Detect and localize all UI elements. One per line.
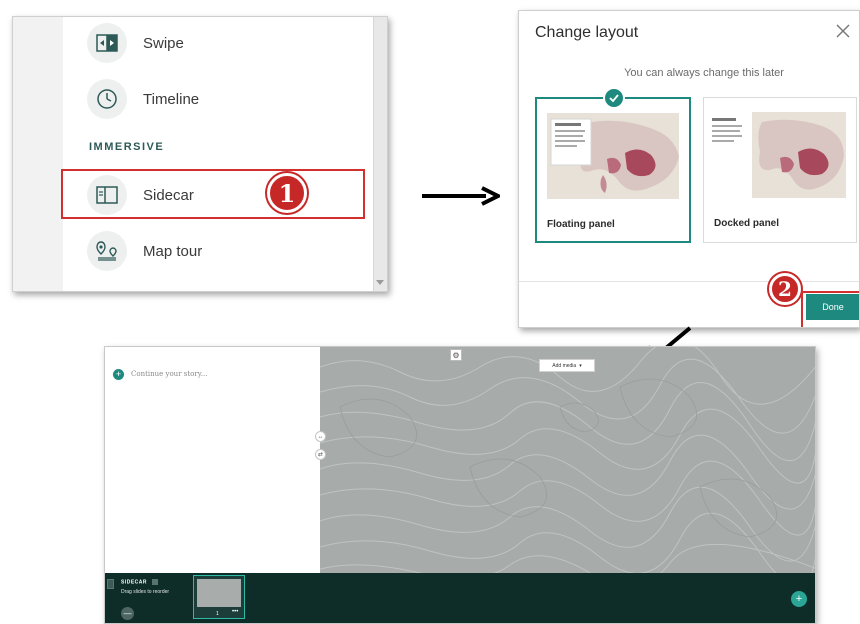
clock-icon (87, 79, 127, 119)
media-panel: ⚙ Add media ▾ (320, 347, 815, 573)
menu-gutter (13, 17, 63, 291)
gear-icon[interactable]: ⚙ (450, 349, 462, 361)
dialog-subtitle: You can always change this later (624, 67, 784, 79)
step-one-badge: 1 (267, 173, 307, 213)
done-button[interactable]: Done (806, 294, 859, 320)
topographic-background (320, 347, 815, 573)
selected-check-icon (603, 87, 625, 109)
menu-item-label: Map tour (143, 242, 203, 260)
narrative-panel: + Continue your story... (105, 347, 320, 573)
menu-item-label: Sidecar (143, 186, 194, 204)
layout-option-floating-panel[interactable]: Floating panel (535, 97, 691, 243)
menu-scrollbar[interactable] (373, 17, 387, 291)
slide-thumbnail[interactable]: 1 ••• (193, 575, 245, 619)
grip-icon[interactable] (107, 579, 114, 589)
chevron-down-icon: ▾ (579, 362, 582, 369)
slide-bar: SIDECAR Drag slides to reorder — 1 ••• + (105, 573, 815, 623)
docked-panel-label: Docked panel (714, 218, 780, 229)
step-two-badge: 2 (769, 273, 801, 305)
floating-panel-preview (547, 113, 679, 199)
map-tour-icon (87, 231, 127, 271)
menu-item-timeline[interactable]: Timeline (87, 77, 199, 121)
continue-story-placeholder[interactable]: Continue your story... (131, 370, 207, 378)
menu-item-sidecar[interactable]: Sidecar (87, 173, 194, 217)
docked-panel-text-preview (712, 118, 742, 142)
more-options-icon[interactable]: ••• (232, 609, 238, 615)
transition-icon[interactable]: ⇄ (315, 449, 326, 460)
close-icon[interactable] (833, 21, 853, 41)
scroll-down-arrow-icon[interactable] (376, 280, 384, 285)
add-media-button[interactable]: Add media ▾ (539, 359, 595, 372)
add-slide-button[interactable]: + (791, 591, 807, 607)
menu-item-swipe[interactable]: Swipe (87, 21, 184, 65)
layout-option-docked-panel[interactable]: Docked panel (703, 97, 857, 243)
swap-panels-icon[interactable]: ↔ (315, 431, 326, 442)
slide-thumbnail-preview (197, 579, 241, 607)
change-layout-dialog: Change layout You can always change this… (518, 10, 860, 328)
block-menu-panel: Swipe Timeline IMMERSIVE Sidecar 1 Map t… (12, 16, 388, 292)
add-media-label: Add media (552, 362, 577, 369)
menu-item-label: Swipe (143, 34, 184, 52)
sidecar-label: SIDECAR (121, 579, 148, 586)
sidecar-icon (87, 175, 127, 215)
menu-item-map-tour[interactable]: Map tour (87, 229, 202, 273)
dialog-title: Change layout (535, 24, 639, 41)
arrow-right-icon (422, 186, 500, 206)
section-heading-immersive: IMMERSIVE (89, 141, 165, 153)
collapse-icon[interactable]: — (121, 607, 134, 620)
floating-panel-label: Floating panel (547, 219, 615, 230)
docked-panel-preview (752, 112, 846, 198)
slide-number: 1 (216, 611, 219, 617)
swipe-icon (87, 23, 127, 63)
add-content-button[interactable]: + (113, 369, 124, 380)
sidecar-block-label: SIDECAR (121, 579, 158, 585)
menu-item-label: Timeline (143, 90, 200, 108)
sidecar-editor: + Continue your story... ⚙ Add media ▾ ↔… (104, 346, 816, 624)
dialog-footer-divider (519, 281, 859, 282)
drag-hint: Drag slides to reorder (121, 589, 170, 595)
sidecar-menu-icon[interactable] (151, 579, 158, 585)
